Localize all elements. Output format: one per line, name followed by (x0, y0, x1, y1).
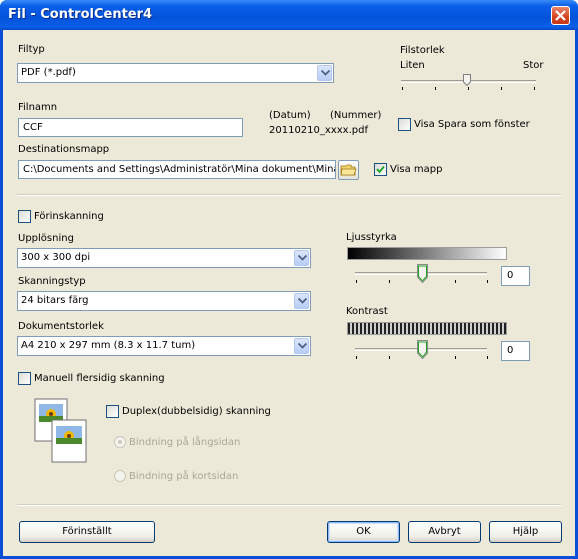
date-label: (Datum) (269, 110, 311, 121)
file-type-value: PDF (*.pdf) (21, 67, 76, 78)
contrast-input[interactable]: 0 (501, 341, 530, 361)
scan-type-value: 24 bitars färg (21, 295, 89, 306)
file-name-pattern: 20110210_xxxx.pdf (269, 125, 368, 136)
brightness-gradient (347, 247, 507, 260)
file-size-slider-thumb[interactable] (463, 74, 471, 86)
ok-button[interactable]: OK (327, 521, 400, 543)
prescan-checkbox[interactable] (18, 210, 31, 223)
brightness-input[interactable]: 0 (501, 266, 530, 286)
manual-duplex-label[interactable]: Manuell flersidig skanning (34, 373, 165, 384)
destination-input[interactable]: C:\Documents and Settings\Administratör\… (18, 160, 336, 179)
duplex-pages-icon (34, 398, 87, 463)
binding-long-label[interactable]: Bindning på långsidan (129, 437, 240, 448)
file-name-input[interactable]: CCF (18, 118, 243, 137)
doc-size-value: A4 210 x 297 mm (8.3 x 11.7 tum) (21, 340, 196, 351)
close-button[interactable] (551, 6, 570, 25)
file-type-label: Filtyp (18, 44, 45, 55)
file-size-label: Filstorlek (400, 45, 445, 56)
resolution-select[interactable]: 300 x 300 dpi (17, 248, 311, 268)
resolution-value: 300 x 300 dpi (21, 252, 91, 263)
folder-icon (340, 164, 357, 176)
dialog-body: Filtyp PDF (*.pdf) Filstorlek Liten Stor… (3, 30, 575, 556)
doc-size-label: Dokumentstorlek (18, 321, 104, 332)
dialog-window: Fil - ControlCenter4 Filtyp PDF (*.pdf) … (0, 0, 578, 559)
chevron-down-icon[interactable] (294, 338, 309, 354)
contrast-label: Kontrast (346, 306, 388, 317)
help-button[interactable]: Hjälp (489, 521, 562, 543)
prescan-label[interactable]: Förinskanning (34, 211, 104, 222)
default-button[interactable]: Förinställt (19, 521, 155, 543)
binding-long-radio[interactable] (114, 436, 126, 448)
scan-type-select[interactable]: 24 bitars färg (17, 291, 311, 311)
show-save-as-label[interactable]: Visa Spara som fönster (414, 119, 530, 130)
manual-duplex-checkbox[interactable] (18, 372, 31, 385)
binding-short-label[interactable]: Bindning på kortsidan (129, 471, 238, 482)
doc-size-select[interactable]: A4 210 x 297 mm (8.3 x 11.7 tum) (17, 336, 311, 356)
destination-label: Destinationsmapp (18, 144, 110, 155)
footer-separator (17, 504, 561, 506)
check-icon (376, 165, 385, 174)
close-icon (555, 10, 566, 21)
cancel-button[interactable]: Avbryt (408, 521, 481, 543)
file-name-label: Filnamn (18, 102, 58, 113)
number-label: (Nummer) (330, 110, 382, 121)
chevron-down-icon[interactable] (294, 250, 309, 266)
contrast-pattern (347, 322, 507, 335)
window-title: Fil - ControlCenter4 (8, 7, 153, 22)
title-bar[interactable]: Fil - ControlCenter4 (0, 0, 578, 30)
browse-folder-button[interactable] (338, 160, 359, 180)
contrast-slider-thumb[interactable] (417, 340, 428, 359)
resolution-label: Upplösning (18, 233, 74, 244)
section-separator (17, 194, 561, 196)
file-size-min-label: Liten (400, 60, 425, 71)
chevron-down-icon[interactable] (294, 293, 309, 309)
brightness-slider-thumb[interactable] (417, 264, 428, 283)
show-folder-label[interactable]: Visa mapp (390, 164, 442, 175)
chevron-down-icon[interactable] (317, 65, 332, 81)
show-save-as-checkbox[interactable] (398, 118, 411, 131)
brightness-label: Ljusstyrka (346, 232, 397, 243)
file-size-max-label: Stor (523, 60, 544, 71)
duplex-label[interactable]: Duplex(dubbelsidig) skanning (122, 406, 271, 417)
binding-short-radio[interactable] (114, 470, 126, 482)
show-folder-checkbox[interactable] (374, 163, 387, 176)
file-type-select[interactable]: PDF (*.pdf) (17, 63, 334, 83)
duplex-checkbox[interactable] (106, 405, 119, 418)
scan-type-label: Skanningstyp (18, 276, 86, 287)
